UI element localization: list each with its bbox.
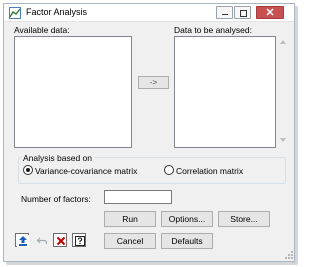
store-button[interactable]: Store... [218, 211, 270, 227]
help-button[interactable] [72, 233, 86, 247]
number-of-factors-label: Number of factors: [21, 194, 91, 204]
title-bar[interactable]: Factor Analysis [4, 4, 294, 22]
clear-icon [56, 236, 66, 246]
close-icon [266, 8, 274, 16]
variance-covariance-radio[interactable] [23, 165, 33, 175]
data-to-be-analysed-list[interactable] [174, 36, 276, 148]
maximize-button[interactable] [234, 6, 251, 19]
analysis-based-on-legend: Analysis based on [21, 153, 94, 163]
send-to-script-button[interactable] [15, 233, 29, 247]
correlation-matrix-radio[interactable] [164, 165, 174, 175]
scroll-up-arrow-icon[interactable] [280, 40, 286, 44]
correlation-matrix-label[interactable]: Correlation matrix [176, 166, 243, 176]
data-to-be-analysed-label: Data to be analysed: [174, 25, 252, 35]
help-icon [75, 236, 85, 246]
send-to-script-icon [17, 235, 29, 247]
dialog-window: Factor Analysis Available data: -> Data … [3, 3, 295, 262]
analysed-list-scrollbar[interactable] [278, 36, 288, 146]
options-button[interactable]: Options... [161, 211, 213, 227]
available-data-list[interactable] [14, 36, 132, 148]
factor-analysis-icon [9, 7, 21, 19]
undo-icon [36, 237, 48, 244]
window-title: Factor Analysis [26, 7, 88, 17]
number-of-factors-input[interactable] [104, 190, 172, 204]
scroll-down-arrow-icon[interactable] [280, 138, 286, 142]
variance-covariance-label[interactable]: Variance-covariance matrix [35, 166, 137, 176]
close-button[interactable] [256, 6, 284, 19]
minimize-button[interactable] [216, 6, 233, 19]
clear-button[interactable] [53, 233, 67, 247]
defaults-button[interactable]: Defaults [161, 233, 213, 249]
run-button[interactable]: Run [104, 211, 156, 227]
undo-button[interactable] [34, 233, 48, 247]
available-data-label: Available data: [14, 25, 70, 35]
resize-grip-icon[interactable] [284, 250, 294, 260]
cancel-button[interactable]: Cancel [104, 233, 156, 249]
add-to-analysed-button[interactable]: -> [138, 76, 169, 89]
